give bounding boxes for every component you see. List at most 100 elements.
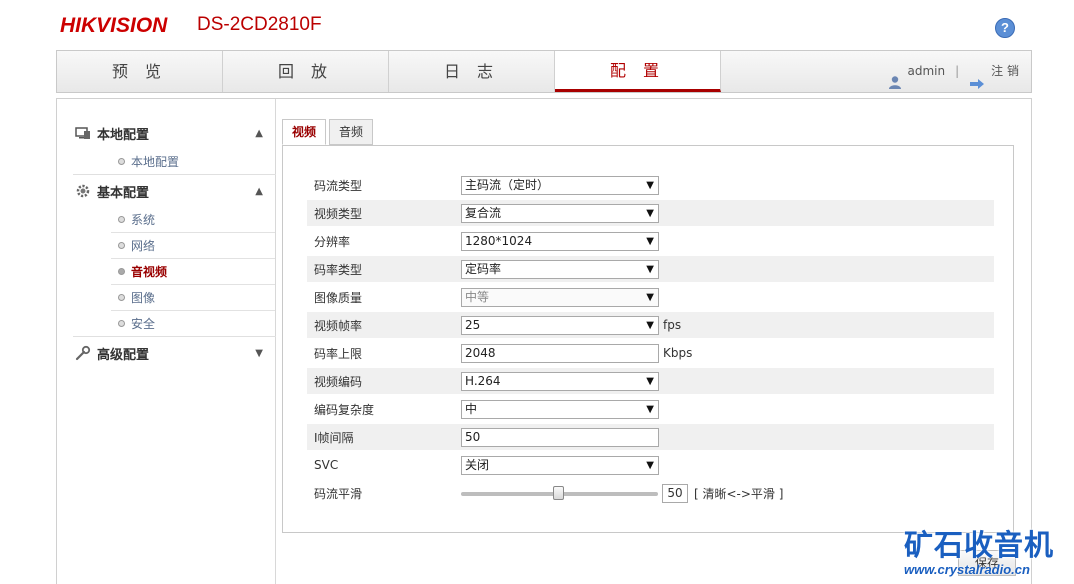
stream-smoothing-note: [ 清晰<->平滑 ] [694, 486, 784, 501]
user-area: admin | 注 销 [888, 51, 1019, 92]
content-area: 本地配置 ▲ 本地配置 基本配置 ▲ 系统 网络 音视频 图像 安全 高级配置 … [56, 98, 1032, 584]
user-icon [888, 65, 902, 89]
field-label: 视频帧率 [314, 318, 363, 333]
field-label: 分辨率 [314, 234, 351, 249]
sidebar-item-image[interactable]: 图像 [111, 285, 275, 311]
sidebar-item-label: 网络 [131, 239, 156, 253]
bullet-icon [118, 320, 125, 327]
field-label: 码流类型 [314, 178, 363, 193]
sidebar-item-label: 系统 [131, 213, 156, 227]
field-label: 视频编码 [314, 374, 363, 389]
sidebar-item-security[interactable]: 安全 [111, 311, 275, 337]
svc-select[interactable]: 关闭 ▼ [461, 455, 659, 475]
frame-rate-select[interactable]: 25 ▼ [461, 315, 659, 335]
bullet-icon [118, 216, 125, 223]
sidebar-item-label: 音视频 [131, 265, 168, 279]
field-label: 编码复杂度 [314, 402, 375, 417]
sidebar-section-advanced-config[interactable]: 高级配置 ▼ [75, 339, 275, 367]
stream-type-select[interactable]: 主码流（定时） ▼ [461, 175, 659, 195]
dropdown-arrow-icon: ▼ [646, 263, 654, 275]
row-max-bitrate: 码率上限 2048 Kbps [307, 340, 994, 366]
bullet-icon [118, 268, 125, 275]
row-image-quality: 图像质量 中等 ▼ [307, 284, 994, 310]
field-label: 码率上限 [314, 346, 363, 361]
slider-thumb[interactable] [553, 485, 564, 500]
tab-audio[interactable]: 音频 [329, 119, 374, 145]
help-icon[interactable]: ? [995, 18, 1015, 38]
bitrate-type-select[interactable]: 定码率 ▼ [461, 259, 659, 279]
subtabs: 视频 音频 [282, 119, 376, 145]
row-bitrate-type: 码率类型 定码率 ▼ [307, 256, 994, 282]
watermark-text: 矿石收音机 [904, 528, 1055, 562]
tab-playback[interactable]: 回 放 [223, 51, 389, 92]
tab-video[interactable]: 视频 [282, 119, 327, 145]
field-label: 视频类型 [314, 206, 363, 221]
brand-logo: HIKVISION [60, 14, 168, 37]
i-frame-interval-input[interactable]: 50 [461, 427, 659, 447]
max-bitrate-unit: Kbps [663, 346, 693, 360]
gear-icon [75, 183, 91, 199]
chevron-down-icon[interactable]: ▼ [255, 348, 263, 359]
sidebar-item-local-config[interactable]: 本地配置 [111, 149, 275, 175]
row-encoding-complexity: 编码复杂度 中 ▼ [307, 396, 994, 422]
sidebar-item-audio-video[interactable]: 音视频 [111, 259, 275, 285]
field-label: 码率类型 [314, 262, 363, 277]
chevron-up-icon[interactable]: ▲ [255, 186, 263, 197]
tab-preview[interactable]: 预 览 [57, 51, 223, 92]
main-nav: 预 览 回 放 日 志 配 置 admin | 注 销 [56, 50, 1032, 93]
bullet-icon [118, 242, 125, 249]
sidebar-item-network[interactable]: 网络 [111, 233, 275, 259]
device-model: DS-2CD2810F [197, 14, 322, 35]
watermark: 矿石收音机 www.crystalradio.cn [904, 522, 1074, 584]
dropdown-arrow-icon: ▼ [646, 375, 654, 387]
row-svc: SVC 关闭 ▼ [307, 452, 994, 478]
frame-rate-unit: fps [663, 318, 682, 332]
field-label: SVC [314, 458, 339, 472]
dropdown-arrow-icon: ▼ [646, 459, 654, 471]
logout-icon[interactable] [969, 66, 985, 89]
sidebar-item-system[interactable]: 系统 [111, 207, 275, 233]
row-i-frame-interval: I帧间隔 50 [307, 424, 994, 450]
sidebar-item-label: 安全 [131, 317, 156, 331]
dropdown-arrow-icon: ▼ [646, 235, 654, 247]
monitor-icon [75, 125, 91, 141]
tab-configuration[interactable]: 配 置 [555, 51, 721, 92]
row-stream-smoothing: 码流平滑 50 [ 清晰<->平滑 ] [307, 480, 994, 506]
chevron-up-icon[interactable]: ▲ [255, 128, 263, 139]
tab-log[interactable]: 日 志 [389, 51, 555, 92]
row-video-encoding: 视频编码 H.264 ▼ [307, 368, 994, 394]
sidebar: 本地配置 ▲ 本地配置 基本配置 ▲ 系统 网络 音视频 图像 安全 高级配置 … [57, 99, 276, 584]
sidebar-section-label: 本地配置 [97, 127, 150, 143]
max-bitrate-input[interactable]: 2048 [461, 343, 659, 363]
sidebar-section-label: 基本配置 [97, 185, 150, 201]
sidebar-section-label: 高级配置 [97, 347, 150, 363]
video-encoding-select[interactable]: H.264 ▼ [461, 371, 659, 391]
divider [73, 174, 276, 175]
watermark-url: www.crystalradio.cn [904, 562, 1030, 577]
field-label: I帧间隔 [314, 430, 354, 445]
sidebar-item-label: 本地配置 [131, 155, 180, 169]
row-video-type: 视频类型 复合流 ▼ [307, 200, 994, 226]
wrench-icon [75, 345, 91, 361]
video-settings-panel: 码流类型 主码流（定时） ▼ 视频类型 复合流 ▼ 分辨率 1280*1024 ▼ 码… [282, 145, 1014, 533]
row-resolution: 分辨率 1280*1024 ▼ [307, 228, 994, 254]
image-quality-select: 中等 ▼ [461, 287, 659, 307]
row-stream-type: 码流类型 主码流（定时） ▼ [307, 172, 994, 198]
divider [73, 336, 276, 337]
resolution-select[interactable]: 1280*1024 ▼ [461, 231, 659, 251]
username: admin [907, 64, 946, 78]
stream-smoothing-slider[interactable] [461, 484, 658, 503]
bullet-icon [118, 294, 125, 301]
sidebar-section-basic-config[interactable]: 基本配置 ▲ [75, 177, 275, 205]
dropdown-arrow-icon: ▼ [646, 207, 654, 219]
field-label: 图像质量 [314, 290, 363, 305]
stream-smoothing-value[interactable]: 50 [662, 483, 688, 503]
encoding-complexity-select[interactable]: 中 ▼ [461, 399, 659, 419]
field-label: 码流平滑 [314, 486, 363, 501]
row-frame-rate: 视频帧率 25 ▼ fps [307, 312, 994, 338]
dropdown-arrow-icon: ▼ [646, 291, 654, 303]
logout-link[interactable]: 注 销 [991, 51, 1019, 92]
sidebar-section-local-config[interactable]: 本地配置 ▲ [75, 119, 275, 147]
dropdown-arrow-icon: ▼ [646, 179, 654, 191]
video-type-select[interactable]: 复合流 ▼ [461, 203, 659, 223]
